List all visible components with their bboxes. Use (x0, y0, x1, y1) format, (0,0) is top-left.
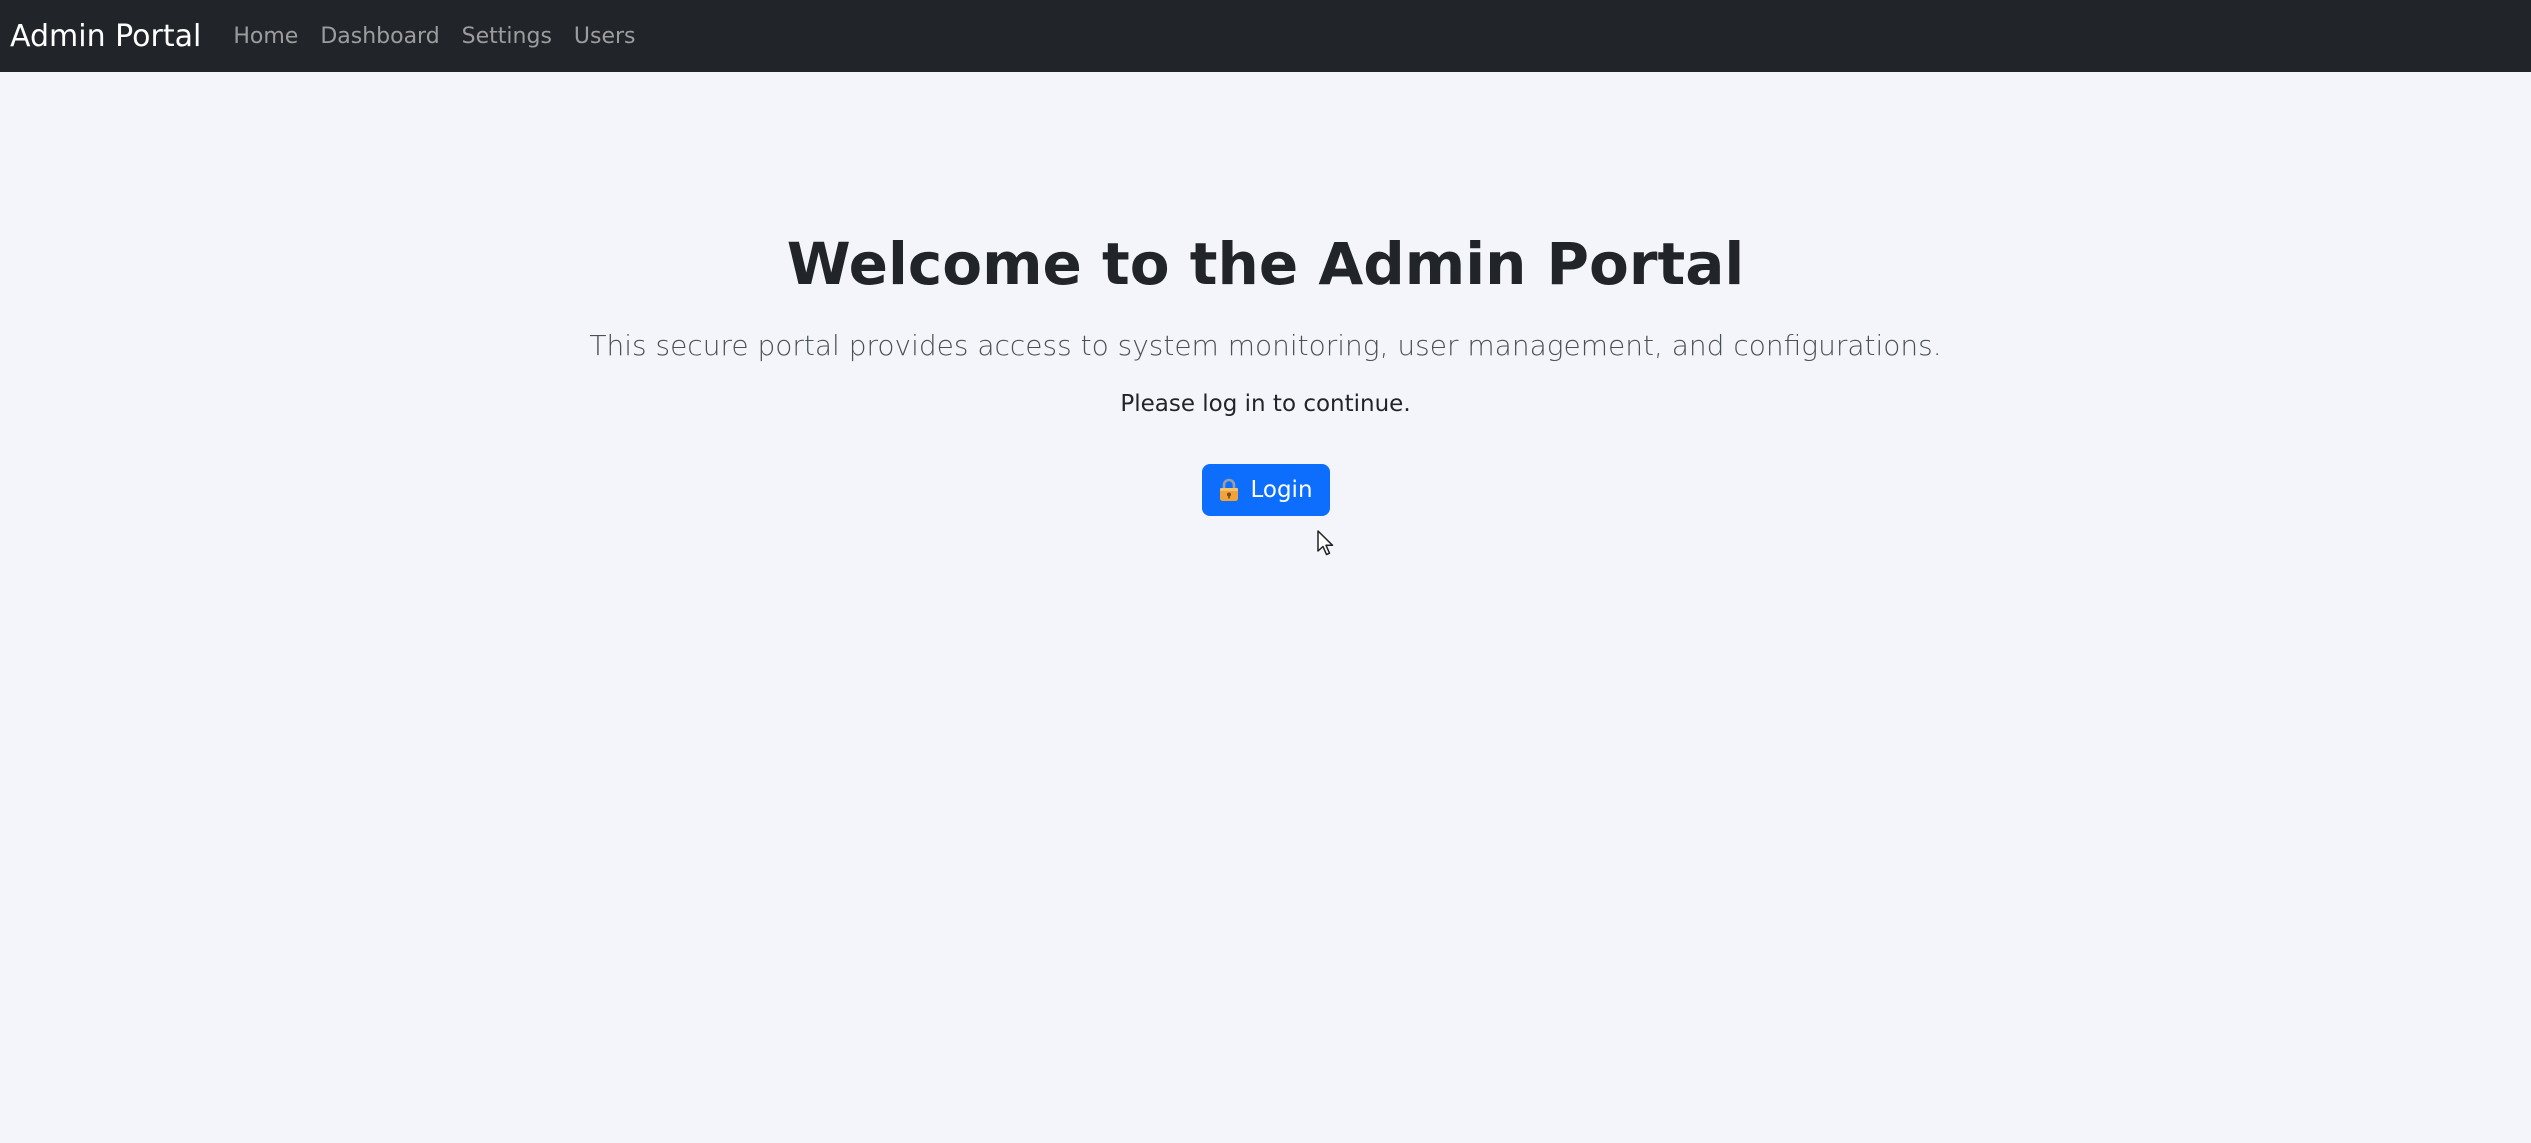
login-button-wrapper: Login (0, 463, 2531, 516)
top-navbar: Admin Portal Home Dashboard Settings Use… (0, 0, 2531, 72)
nav-link-settings[interactable]: Settings (462, 24, 552, 49)
nav-links: Home Dashboard Settings Users (233, 24, 635, 49)
lead-text: This secure portal provides access to sy… (589, 328, 1942, 362)
main-content: Welcome to the Admin Portal This secure … (0, 72, 2531, 516)
nav-link-users[interactable]: Users (574, 24, 636, 49)
brand-link[interactable]: Admin Portal (10, 19, 201, 54)
lock-icon (1218, 478, 1240, 502)
page-title: Welcome to the Admin Portal (786, 230, 1745, 298)
mouse-pointer-icon (1316, 530, 1336, 558)
login-prompt-text: Please log in to continue. (1120, 390, 1411, 417)
login-button-label: Login (1250, 476, 1313, 503)
nav-link-dashboard[interactable]: Dashboard (320, 24, 439, 49)
login-button[interactable]: Login (1201, 463, 1330, 516)
nav-link-home[interactable]: Home (233, 24, 298, 49)
